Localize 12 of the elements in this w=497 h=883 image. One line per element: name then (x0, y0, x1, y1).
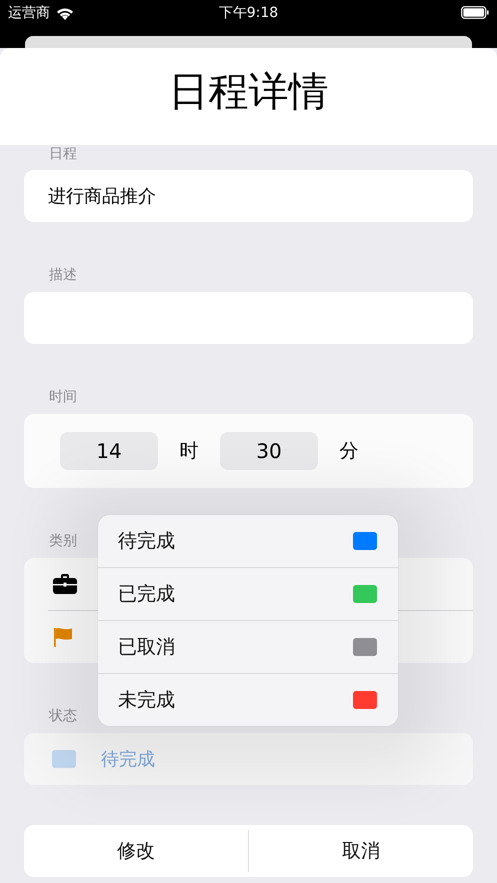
sheet-title: 日程详情 (168, 68, 328, 117)
field-label: 类别 (48, 532, 77, 550)
field-value: 进行商品推介 (48, 185, 156, 208)
field-label: 描述 (48, 266, 77, 284)
field-label: 时间 (48, 388, 77, 406)
minute-unit: 分 (338, 439, 360, 464)
carrier-name: 运营商 (8, 4, 50, 22)
clock-time: 下午9:18 (218, 4, 278, 22)
field-label: 状态 (48, 707, 77, 725)
hour-unit: 时 (178, 439, 200, 464)
field-label: 日程 (48, 145, 77, 163)
status-value: 待完成 (101, 748, 155, 771)
